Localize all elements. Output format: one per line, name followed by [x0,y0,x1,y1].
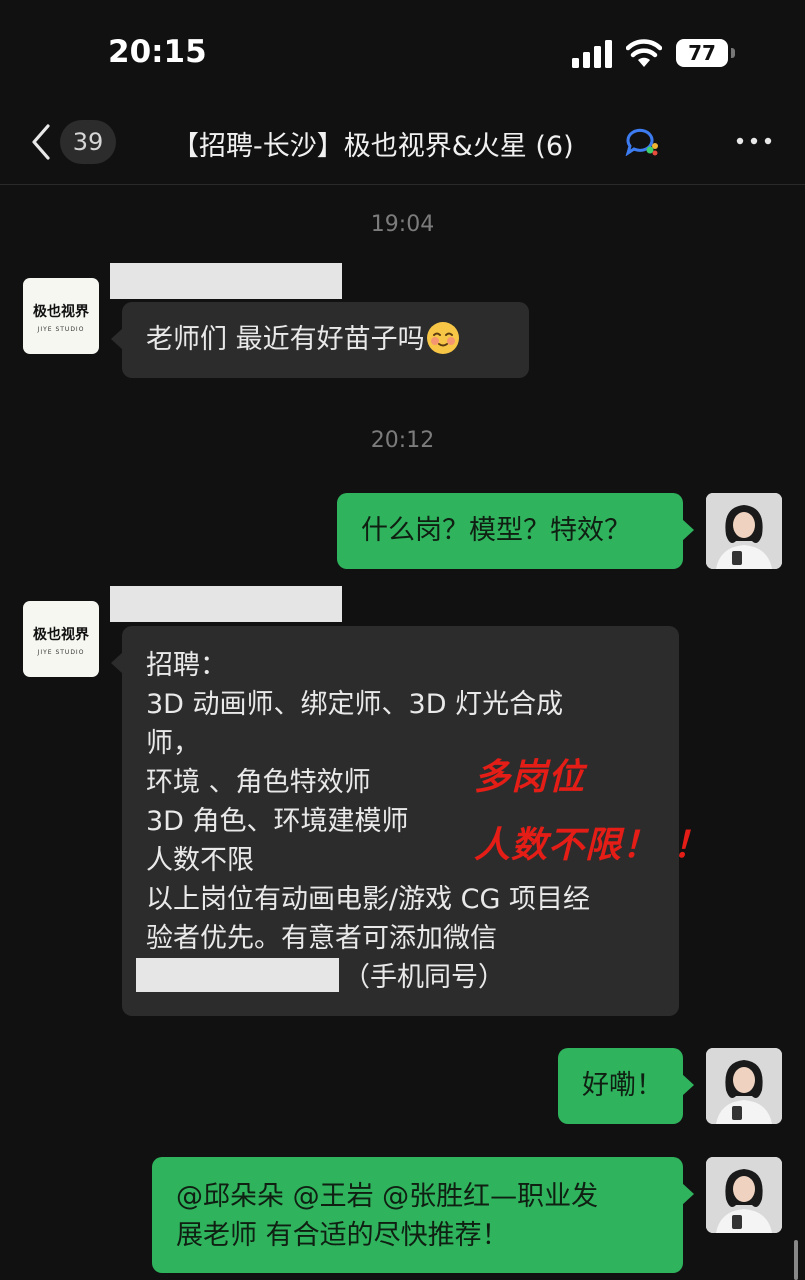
message-text: 老师们 最近有好苗子吗 [146,324,425,355]
more-options-icon[interactable] [734,126,774,156]
status-time: 20:15 [108,34,207,70]
group-chat-icon [625,128,658,156]
wechat-id-redaction [136,958,339,992]
message-timestamp: 20:12 [370,428,435,453]
overlay-annotation-unlimited: 人数不限！ ！ [474,825,710,866]
message-bubble[interactable]: 什么岗？模型？特效？ [337,493,694,569]
person-portrait-icon [706,1157,782,1233]
user-avatar[interactable] [706,1048,782,1124]
person-portrait-icon [706,1048,782,1124]
message-text-line: 验者优先。有意者可添加微信 [146,923,497,954]
logo-subtext: JIYE STUDIO [37,649,85,656]
message-text-line: 师， [146,728,200,759]
message-text-line: 招聘： [146,650,227,681]
back-chevron-icon[interactable] [28,122,54,162]
message-bubble[interactable]: 好嘞！ [558,1048,694,1124]
logo-calligraphy: 极也视界 [33,626,90,643]
message-text-line: 以上岗位有动画电影/游戏 CG 项目经 [146,884,591,915]
person-portrait-icon [706,493,782,569]
logo-subtext: JIYE STUDIO [37,326,85,333]
user-avatar[interactable] [706,493,782,569]
overlay-annotation-positions: 多岗位 [474,757,586,798]
message-text: 好嘞！ [582,1070,663,1101]
sender-name-redaction [110,586,342,622]
logo-calligraphy: 极也视界 [33,303,90,320]
shy-smile-emoji-icon [426,322,459,354]
message-text-line: 展老师 有合适的尽快推荐！ [176,1220,509,1251]
jiye-studio-logo-icon: 极也视界 JIYE STUDIO [33,303,90,333]
scrollbar[interactable] [794,1240,798,1280]
message-text: （手机同号） [343,962,505,993]
message-timestamp: 19:04 [370,212,435,237]
status-bar: 20:15 77 [0,0,805,110]
sender-name-redaction [110,263,342,299]
cellular-signal-icon [572,40,612,68]
jiye-studio-logo-icon: 极也视界 JIYE STUDIO [33,626,90,656]
chat-title: 【招聘-长沙】极也视界&火星 (6) [172,131,574,162]
message-bubble[interactable]: 老师们 最近有好苗子吗 [111,302,529,378]
studio-logo-avatar[interactable]: 极也视界 JIYE STUDIO [23,278,99,354]
wifi-icon [626,39,662,67]
battery-level: 77 [676,39,728,67]
message-text-line: @邱朵朵 @王岩 @张胜红—职业发 [176,1181,599,1212]
message-text-line: 3D 动画师、绑定师、3D 灯光合成 [146,689,564,720]
message-text-line: （手机同号） [136,958,679,997]
unread-count-badge[interactable]: 39 [60,120,116,164]
message-text: 什么岗？模型？特效？ [361,515,631,546]
message-bubble[interactable]: @邱朵朵 @王岩 @张胜红—职业发 展老师 有合适的尽快推荐！ [152,1157,694,1273]
studio-logo-avatar[interactable]: 极也视界 JIYE STUDIO [23,601,99,677]
user-avatar[interactable] [706,1157,782,1233]
battery-icon: 77 [676,39,736,69]
message-text-line: 环境 、角色特效师 [146,767,371,798]
chat-nav-bar: 39 【招聘-长沙】极也视界&火星 (6) [0,110,805,185]
